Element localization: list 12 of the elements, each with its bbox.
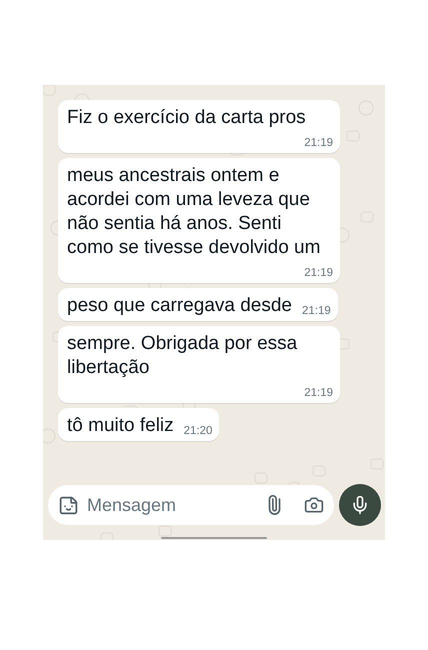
message-time: 21:19 xyxy=(304,136,333,150)
message-time: 21:19 xyxy=(304,386,333,400)
message-field[interactable]: Mensagem xyxy=(87,492,256,518)
message-text: peso que carregava desde xyxy=(67,294,292,318)
message-text: tô muito feliz xyxy=(67,414,174,438)
message-time: 21:19 xyxy=(304,266,333,280)
message-input[interactable]: Mensagem xyxy=(48,485,334,525)
message-text: Fiz o exercício da carta pros xyxy=(67,106,306,130)
message-time: 21:20 xyxy=(184,424,212,438)
message-time: 21:19 xyxy=(302,304,331,318)
message-text: sempre. Obrigada por essa libertação xyxy=(67,332,298,380)
message-text: meus ancestrais ontem e acordei com uma leveza que não sentia há anos. Senti como se tivesse devolvido um xyxy=(67,164,322,260)
